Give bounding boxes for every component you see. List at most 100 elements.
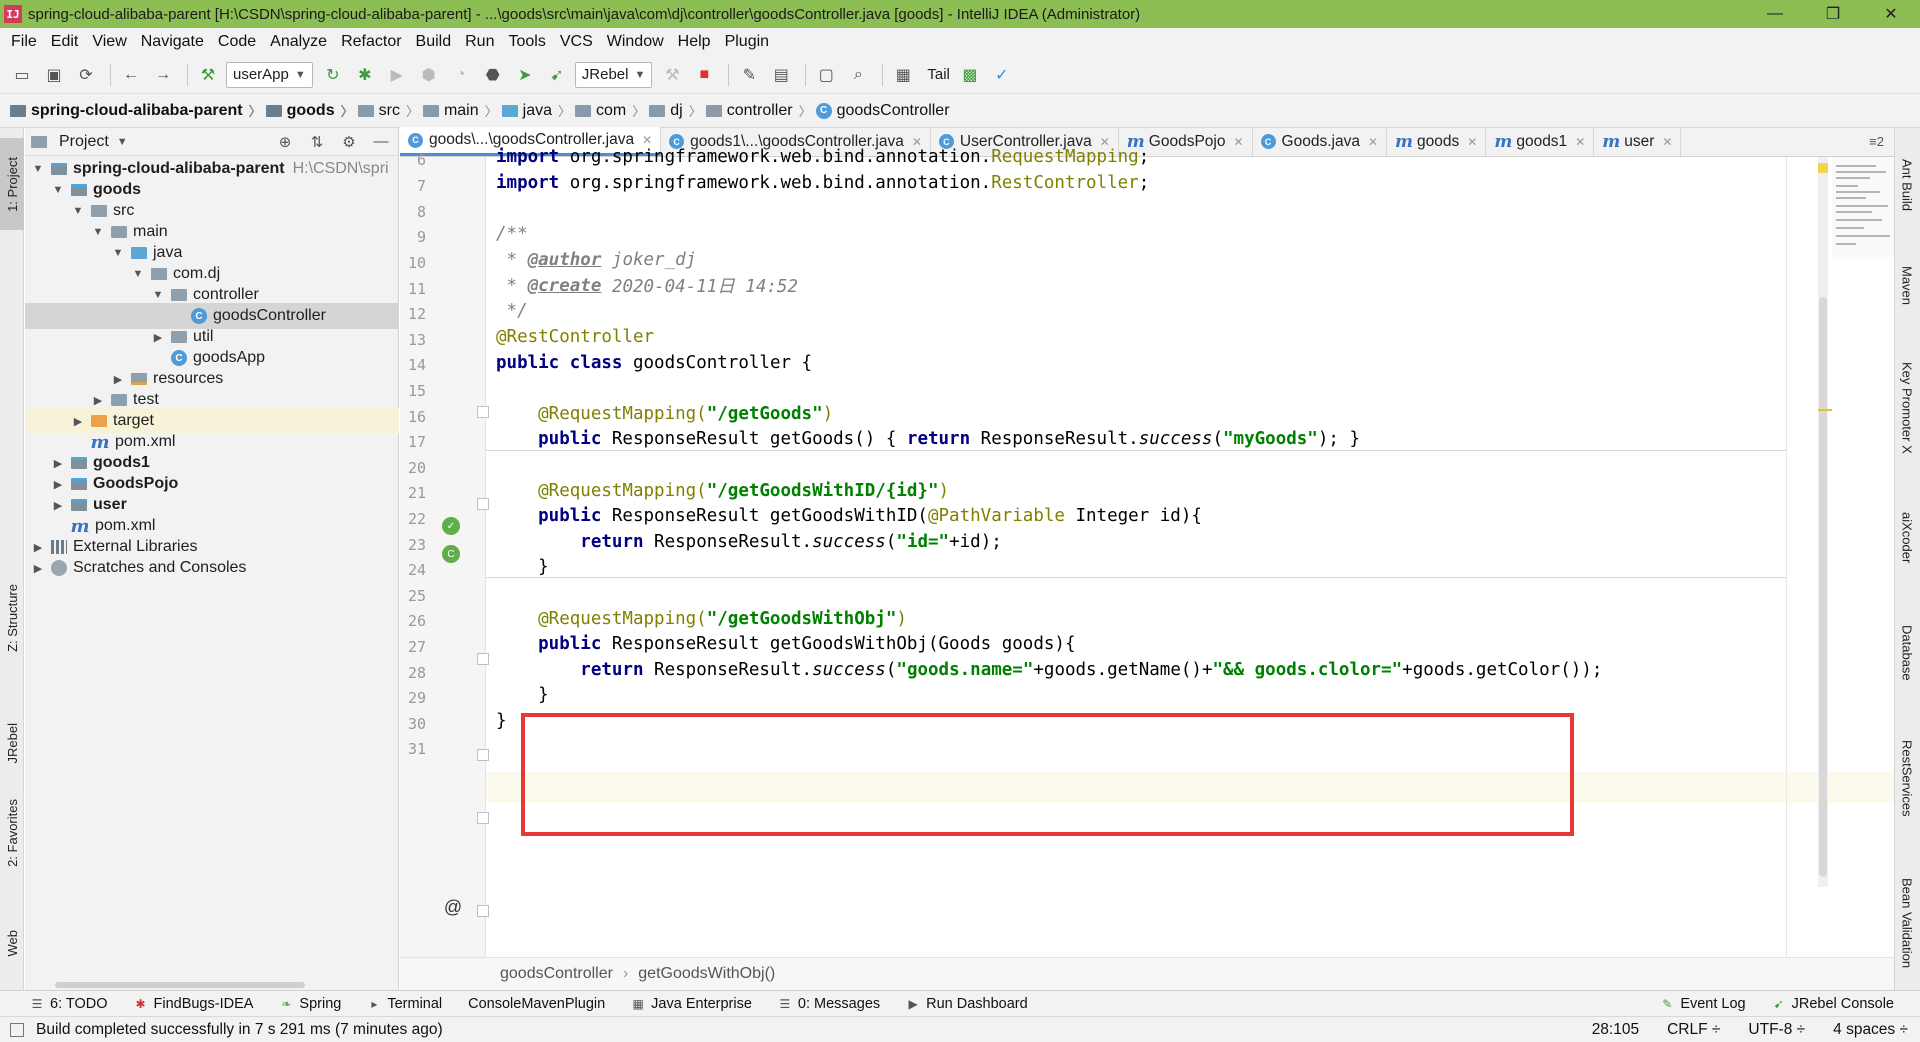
fold-marker[interactable] [477,812,489,824]
menu-file[interactable]: File [4,33,44,51]
editor-crumb-class[interactable]: goodsController [500,965,613,983]
jrebel-debug-icon[interactable]: ➹ [543,61,571,89]
structure-tool-button[interactable]: Z: Structure [0,568,24,668]
jrebel-run-icon[interactable]: ➤ [511,61,539,89]
scrollbar-thumb[interactable] [1819,297,1827,877]
open-folder-icon[interactable]: ▭ [8,61,36,89]
spring-class-icon[interactable]: C [442,545,460,563]
breadcrumb-java[interactable]: java 〉 [501,101,571,120]
menu-help[interactable]: Help [671,33,718,51]
breadcrumb-goods[interactable]: goods 〉 [265,101,354,120]
menu-vcs[interactable]: VCS [553,33,600,51]
chevron-right-icon[interactable]: ▶ [111,373,125,386]
menu-tools[interactable]: Tools [501,33,552,51]
indent-setting[interactable]: 4 spaces ÷ [1833,1021,1908,1039]
bean-validation-tool-button[interactable]: Bean Validation [1895,863,1919,983]
chevron-right-icon[interactable]: ▶ [31,562,45,575]
tree-item-scratches[interactable]: ▶ Scratches and Consoles [25,555,399,581]
key-promoter-tool-button[interactable]: Key Promoter X [1895,333,1919,483]
minimap[interactable] [1832,157,1894,257]
run-dashboard-tool-button[interactable]: ▶ Run Dashboard [906,996,1028,1012]
code-line-30[interactable]: } [496,705,1796,736]
rerun-icon[interactable]: ↻ [319,61,347,89]
search-icon[interactable]: ⌕ [844,61,872,89]
device-icon[interactable]: ▦ [889,61,917,89]
menu-edit[interactable]: Edit [44,33,86,51]
chevron-down-icon[interactable]: ▼ [51,184,65,196]
menu-window[interactable]: Window [600,33,671,51]
save-all-icon[interactable]: ▣ [40,61,68,89]
jrebel-tool-button[interactable]: JRebel [0,713,24,773]
menu-refactor[interactable]: Refactor [334,33,408,51]
tail-button[interactable]: Tail [927,66,950,83]
at-annotation-icon[interactable]: @ [442,897,464,917]
maven-tool-button[interactable]: Maven [1895,248,1919,323]
aixcoder-tool-button[interactable]: aiXcoder [1895,498,1919,578]
close-window-button[interactable]: ✕ [1862,0,1920,28]
chevron-right-icon[interactable]: ▶ [31,541,45,554]
debug-bug-icon[interactable]: ✱ [351,61,379,89]
breadcrumb-goodscontroller[interactable]: CgoodsController [815,102,950,120]
back-icon[interactable]: ← [117,61,145,89]
chevron-right-icon[interactable]: ▶ [71,415,85,428]
sync-icon[interactable]: ⟳ [72,61,100,89]
project-panel-title[interactable]: Project [59,133,109,151]
hide-panel-icon[interactable]: — [370,133,392,150]
terminal-tool-button[interactable]: ▸ Terminal [367,996,442,1012]
debug-icon[interactable]: ⬢ [415,61,443,89]
event-log-tool-button[interactable]: ✎ Event Log [1660,996,1745,1012]
chevron-down-icon[interactable]: ▼ [111,247,125,259]
chevron-down-icon[interactable]: ▼ [151,289,165,301]
check-circle-icon[interactable]: ✓ [988,61,1016,89]
monitor-graph-icon[interactable]: ▩ [956,61,984,89]
chevron-down-icon[interactable]: ▼ [131,268,145,280]
menu-run[interactable]: Run [458,33,501,51]
forward-icon[interactable]: → [149,61,177,89]
todo-tool-button[interactable]: ☰ 6: TODO [30,996,108,1012]
chevron-right-icon[interactable]: ▶ [151,331,165,344]
code-editor[interactable]: 6 7 8 9 10 11 12 13 14 15 16 17 20 21 22… [400,147,1894,979]
fold-marker[interactable] [477,905,489,917]
maximize-button[interactable]: ❐ [1804,0,1862,28]
line-separator[interactable]: CRLF ÷ [1667,1021,1720,1039]
chevron-right-icon[interactable]: ▶ [51,457,65,470]
chevron-right-icon[interactable]: ▶ [51,478,65,491]
chevron-down-icon[interactable]: ▼ [31,163,45,175]
vertical-scrollbar[interactable] [1818,157,1828,887]
breadcrumb-project[interactable]: spring-cloud-alibaba-parent 〉 [10,101,262,120]
menu-code[interactable]: Code [211,33,263,51]
horizontal-scrollbar[interactable] [55,982,305,988]
profile-icon[interactable]: ⬣ [479,61,507,89]
wrench-settings-icon[interactable]: ✎ [735,61,763,89]
project-structure-icon[interactable]: ▤ [767,61,795,89]
chevron-right-icon[interactable]: ▶ [91,394,105,407]
coverage-icon[interactable]: ◔ [447,61,475,89]
menu-navigate[interactable]: Navigate [134,33,211,51]
warning-marker[interactable] [1818,163,1828,173]
code-line-7[interactable]: import org.springframework.web.bind.anno… [496,167,1796,198]
gear-icon[interactable]: ⚙ [338,133,360,151]
console-maven-tool-button[interactable]: ConsoleMavenPlugin [468,996,605,1012]
fold-marker[interactable] [477,406,489,418]
fold-marker[interactable] [477,498,489,510]
run-config-select[interactable]: userApp ▼ [226,61,313,88]
menu-plugin[interactable]: Plugin [718,33,776,51]
tabs-overflow-button[interactable]: ≡2 [1859,127,1894,156]
stop-icon[interactable]: ■ [690,61,718,89]
project-tool-button[interactable]: 1: Project [0,138,24,230]
menu-analyze[interactable]: Analyze [263,33,334,51]
rest-services-tool-button[interactable]: RestServices [1895,728,1919,828]
messages-tool-button[interactable]: ☰ 0: Messages [778,996,881,1012]
breadcrumb-src[interactable]: src 〉 [357,101,419,120]
breadcrumb-dj[interactable]: dj 〉 [649,101,702,120]
status-message[interactable]: Build completed successfully in 7 s 291 … [36,1021,443,1039]
file-encoding[interactable]: UTF-8 ÷ [1748,1021,1805,1039]
run-icon[interactable]: ▶ [383,61,411,89]
caret-position[interactable]: 28:105 [1592,1021,1639,1039]
database-tool-button[interactable]: Database [1895,608,1919,698]
jrebel-select[interactable]: JRebel ▼ [574,61,653,88]
locate-target-icon[interactable]: ⊕ [274,133,296,151]
code-line-14[interactable]: public class goodsController { [496,347,1796,378]
breadcrumb-com[interactable]: com 〉 [575,101,645,120]
spring-bean-icon[interactable]: ✓ [442,517,460,535]
